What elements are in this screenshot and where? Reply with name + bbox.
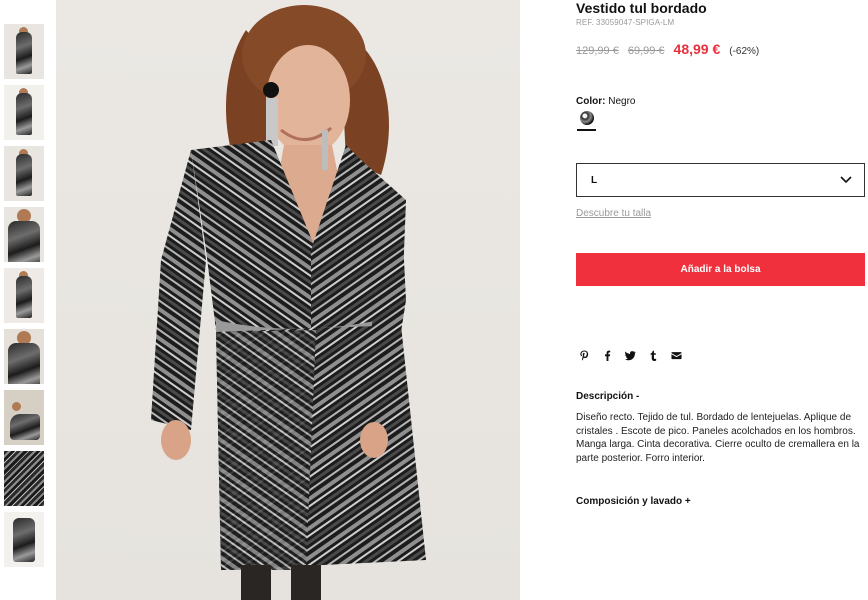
price-row: 129,99 € 69,99 € 48,99 € (-62%) (576, 41, 759, 57)
chevron-down-icon (840, 176, 852, 184)
pinterest-icon[interactable] (578, 349, 590, 362)
product-reference: REF. 33059047-SPIGA-LM (576, 18, 675, 27)
thumbnail-8[interactable] (4, 451, 44, 506)
thumbnail-1[interactable] (4, 24, 44, 79)
model-photo (151, 5, 426, 600)
tumblr-icon[interactable] (647, 349, 659, 362)
color-value: Negro (608, 96, 636, 107)
color-label-row: Color: Negro (576, 96, 635, 107)
facebook-icon[interactable] (601, 349, 613, 362)
original-price: 129,99 € (576, 45, 619, 57)
thumbnail-5[interactable] (4, 268, 44, 323)
product-main-image[interactable] (56, 0, 520, 600)
color-label: Color: (576, 96, 606, 107)
color-swatch-negro[interactable] (580, 111, 594, 125)
thumbnail-2[interactable] (4, 85, 44, 140)
size-select[interactable]: L (576, 163, 865, 197)
size-guide-link[interactable]: Descubre tu talla (576, 208, 651, 219)
thumbnail-7[interactable] (4, 390, 44, 445)
thumbnail-6[interactable] (4, 329, 44, 384)
thumbnail-3[interactable] (4, 146, 44, 201)
description-text: Diseño recto. Tejido de tul. Bordado de … (576, 412, 860, 464)
description-heading[interactable]: Descripción - (576, 391, 639, 402)
selected-size: L (591, 174, 598, 186)
composition-heading[interactable]: Composición y lavado + (576, 496, 691, 507)
twitter-icon[interactable] (624, 349, 636, 362)
product-title: Vestido tul bordado (576, 0, 707, 16)
email-icon[interactable] (670, 349, 682, 362)
share-icons (578, 349, 682, 362)
thumbnail-4[interactable] (4, 207, 44, 262)
sale-price: 48,99 € (673, 41, 721, 57)
discount-badge: (-62%) (729, 46, 760, 57)
thumbnail-gallery (4, 24, 44, 573)
previous-price: 69,99 € (627, 45, 665, 57)
add-to-bag-button[interactable]: Añadir a la bolsa (576, 253, 865, 286)
thumbnail-9[interactable] (4, 512, 44, 567)
selected-swatch-indicator (577, 129, 596, 131)
